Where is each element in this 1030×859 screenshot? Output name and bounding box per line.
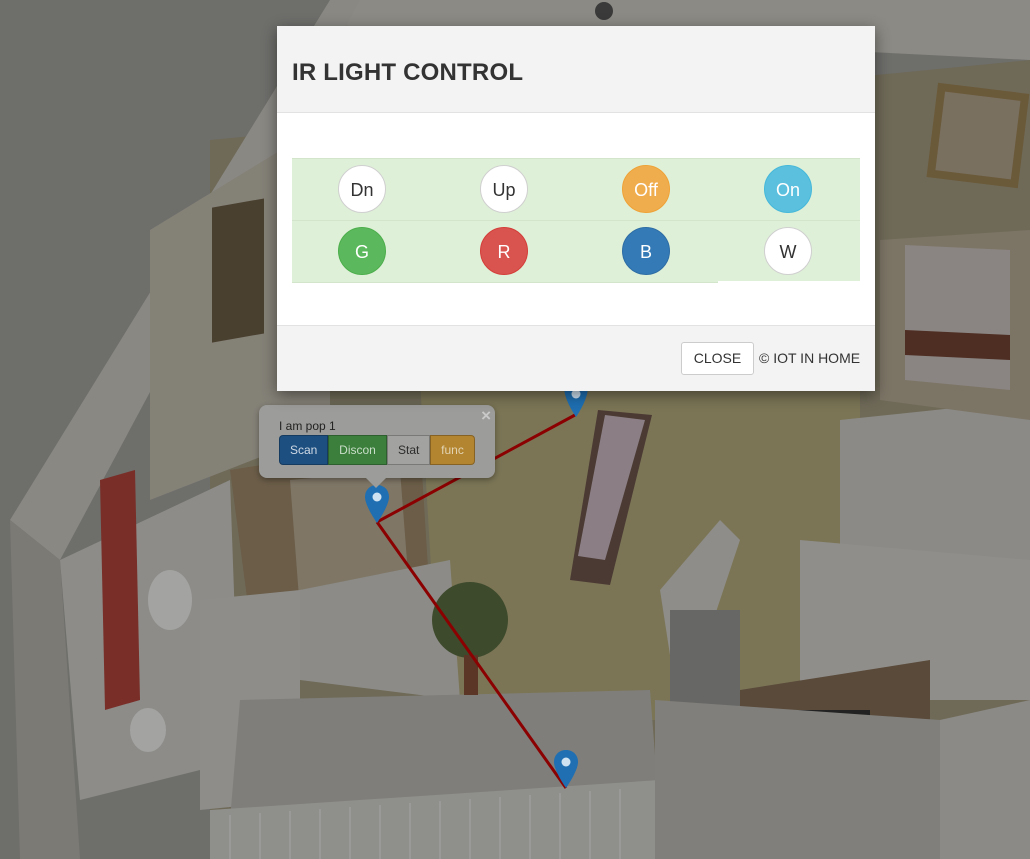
- green-button[interactable]: G: [338, 227, 386, 275]
- grid-cell: B: [576, 221, 718, 282]
- grid-cell: Dn: [292, 159, 434, 220]
- dim-down-button[interactable]: Dn: [338, 165, 386, 213]
- scan-button[interactable]: Scan: [279, 435, 328, 465]
- grid-cell: G: [292, 221, 434, 282]
- blue-button[interactable]: B: [622, 227, 670, 275]
- popover-button-group: Scan Discon Stat func: [279, 435, 475, 465]
- ir-light-control-modal: IR LIGHT CONTROL Dn Up Off On G R B W CL…: [277, 26, 875, 391]
- modal-title: IR LIGHT CONTROL: [292, 59, 524, 86]
- white-button[interactable]: W: [764, 227, 812, 275]
- modal-body: Dn Up Off On G R B W: [277, 113, 875, 326]
- row-divider-gap: [718, 281, 860, 283]
- stat-button[interactable]: Stat: [387, 435, 430, 465]
- modal-header: IR LIGHT CONTROL: [277, 26, 875, 113]
- func-button[interactable]: func: [430, 435, 475, 465]
- grid-cell: On: [718, 159, 860, 220]
- map-pin-icon[interactable]: [553, 749, 579, 789]
- red-button[interactable]: R: [480, 227, 528, 275]
- button-row-2: G R B W: [292, 220, 860, 283]
- discon-button[interactable]: Discon: [328, 435, 387, 465]
- grid-cell: W: [718, 221, 860, 282]
- popover-close-icon[interactable]: ×: [481, 406, 491, 426]
- popover-arrow: [366, 478, 386, 488]
- device-popover: I am pop 1 × Scan Discon Stat func: [259, 405, 495, 488]
- grid-cell: Up: [434, 159, 576, 220]
- button-row-1: Dn Up Off On: [292, 158, 860, 220]
- map-pin-icon[interactable]: [364, 484, 390, 524]
- dim-up-button[interactable]: Up: [480, 165, 528, 213]
- grid-cell: Off: [576, 159, 718, 220]
- off-button[interactable]: Off: [622, 165, 670, 213]
- close-button[interactable]: CLOSE: [681, 342, 754, 375]
- on-button[interactable]: On: [764, 165, 812, 213]
- grid-cell: R: [434, 221, 576, 282]
- ir-button-grid: Dn Up Off On G R B W: [292, 158, 860, 283]
- popover-title: I am pop 1: [279, 419, 336, 433]
- modal-footer: CLOSE © IOT IN HOME: [277, 325, 875, 391]
- copyright-text: © IOT IN HOME: [759, 350, 861, 366]
